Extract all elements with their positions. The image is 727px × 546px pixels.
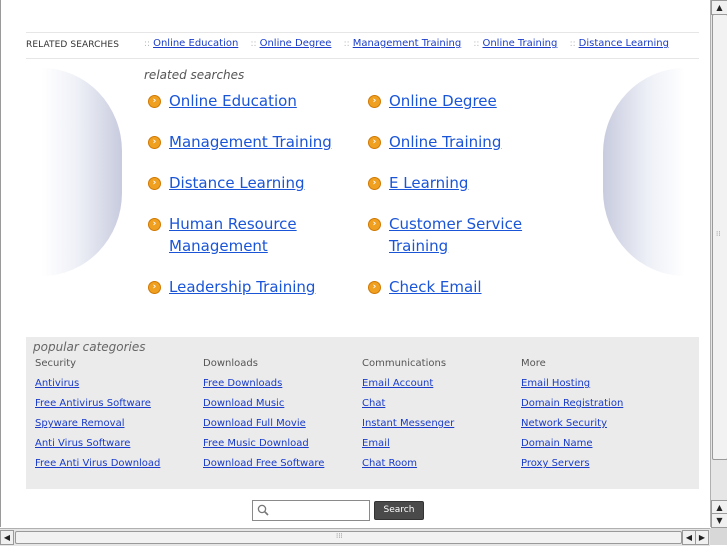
category-link[interactable]: Network Security [521, 418, 623, 438]
related-link[interactable]: Online Education [169, 90, 297, 112]
separator: :: [144, 39, 151, 49]
vertical-scrollbar[interactable]: ▲ ⁞⁞ ▲ ▼ [710, 0, 727, 528]
related-link[interactable]: Online Degree [389, 90, 497, 112]
related-searches-title: related searches [144, 68, 245, 82]
category-column-communications: Communications Email Account Chat Instan… [362, 358, 454, 478]
category-link[interactable]: Domain Registration [521, 398, 623, 418]
related-link[interactable]: Human Resource Management [169, 213, 328, 257]
separator: :: [569, 39, 576, 49]
related-searches-label: RELATED SEARCHES [26, 40, 120, 50]
category-link[interactable]: Free Antivirus Software [35, 398, 160, 418]
arrow-right-icon: › [148, 95, 161, 108]
category-link[interactable]: Antivirus [35, 378, 160, 398]
category-link[interactable]: Download Free Software [203, 458, 324, 478]
bar-link-online-degree[interactable]: Online Degree [260, 38, 332, 49]
scroll-left-button[interactable]: ◀ [0, 530, 14, 545]
arrow-right-icon: › [148, 218, 161, 231]
related-link[interactable]: Online Training [389, 131, 501, 153]
scroll-left-button-right[interactable]: ◀ [682, 530, 696, 545]
arrow-right-icon: › [368, 281, 381, 294]
arrow-right-icon: › [368, 136, 381, 149]
category-link[interactable]: Instant Messenger [362, 418, 454, 438]
category-link[interactable]: Free Music Download [203, 438, 324, 458]
related-link-item[interactable]: › Human Resource Management [148, 213, 328, 257]
related-searches-links: :: Online Education :: Online Degree :: Man… [144, 38, 669, 49]
scroll-right-button[interactable]: ▶ [695, 530, 709, 545]
related-link-item[interactable]: › Check Email [368, 276, 578, 298]
category-link[interactable]: Free Downloads [203, 378, 324, 398]
search-input[interactable] [252, 500, 370, 521]
category-link[interactable]: Proxy Servers [521, 458, 623, 478]
category-column-downloads: Downloads Free Downloads Download Music … [203, 358, 324, 478]
bar-link-online-training[interactable]: Online Training [482, 38, 557, 49]
category-link[interactable]: Download Full Movie [203, 418, 324, 438]
separator: :: [343, 39, 350, 49]
bar-link-distance-learning[interactable]: Distance Learning [579, 38, 669, 49]
category-heading: Downloads [203, 358, 258, 369]
related-link[interactable]: Leadership Training [169, 276, 315, 298]
scrollbar-corner [710, 528, 727, 545]
arrow-right-icon: › [368, 218, 381, 231]
page-viewport: RELATED SEARCHES :: Online Education :: On… [0, 0, 710, 527]
category-link[interactable]: Anti Virus Software [35, 438, 160, 458]
scroll-up-button[interactable]: ▲ [711, 0, 727, 15]
bar-link-management-training[interactable]: Management Training [353, 38, 462, 49]
category-link[interactable]: Email Hosting [521, 378, 623, 398]
grip-icon: ⁞⁞⁞ [336, 532, 343, 540]
grip-icon: ⁞⁞ [716, 230, 721, 238]
vertical-scroll-thumb[interactable]: ⁞⁞ [712, 14, 727, 460]
arrow-right-icon: › [148, 177, 161, 190]
category-link[interactable]: Email Account [362, 378, 454, 398]
bar-link-online-education[interactable]: Online Education [153, 38, 238, 49]
related-link[interactable]: E Learning [389, 172, 468, 194]
popular-categories-panel: popular categories Security Antivirus Fr… [26, 337, 699, 489]
category-link[interactable]: Domain Name [521, 438, 623, 458]
related-link[interactable]: Customer Service Training [389, 213, 548, 257]
arrow-right-icon: › [368, 177, 381, 190]
related-link-item[interactable]: › Management Training [148, 131, 358, 153]
category-column-more: More Email Hosting Domain Registration N… [521, 358, 623, 478]
related-searches-bar: RELATED SEARCHES :: Online Education :: On… [26, 32, 699, 59]
category-link[interactable]: Chat Room [362, 458, 454, 478]
category-column-security: Security Antivirus Free Antivirus Softwa… [35, 358, 160, 478]
related-link[interactable]: Check Email [389, 276, 482, 298]
related-link-item[interactable]: › Distance Learning [148, 172, 358, 194]
decorative-arc-left [42, 68, 122, 276]
category-heading: Communications [362, 358, 447, 369]
popular-categories-title: popular categories [33, 340, 146, 354]
horizontal-scrollbar[interactable]: ◀ ⁞⁞⁞ ◀ ▶ [0, 528, 710, 546]
separator: :: [473, 39, 480, 49]
horizontal-scroll-thumb[interactable]: ⁞⁞⁞ [15, 531, 682, 544]
search-button[interactable]: Search [374, 501, 424, 520]
related-link[interactable]: Management Training [169, 131, 332, 153]
category-link[interactable]: Free Anti Virus Download [35, 458, 160, 478]
category-heading: Security [35, 358, 77, 369]
related-link-item[interactable]: › Customer Service Training [368, 213, 548, 257]
magnifier-icon [257, 504, 269, 516]
category-link[interactable]: Email [362, 438, 454, 458]
category-link[interactable]: Download Music [203, 398, 324, 418]
related-link-item[interactable]: › Online Degree [368, 90, 578, 112]
arrow-right-icon: › [148, 136, 161, 149]
category-link[interactable]: Spyware Removal [35, 418, 160, 438]
related-link-item[interactable]: › Online Education [148, 90, 358, 112]
related-link-item[interactable]: › E Learning [368, 172, 578, 194]
category-heading: More [521, 358, 546, 369]
scroll-down-button[interactable]: ▼ [711, 513, 727, 528]
decorative-arc-right [603, 68, 685, 276]
separator: :: [250, 39, 257, 49]
related-link-item[interactable]: › Online Training [368, 131, 578, 153]
arrow-right-icon: › [368, 95, 381, 108]
category-link[interactable]: Chat [362, 398, 454, 418]
arrow-right-icon: › [148, 281, 161, 294]
related-link[interactable]: Distance Learning [169, 172, 304, 194]
related-link-item[interactable]: › Leadership Training [148, 276, 358, 298]
